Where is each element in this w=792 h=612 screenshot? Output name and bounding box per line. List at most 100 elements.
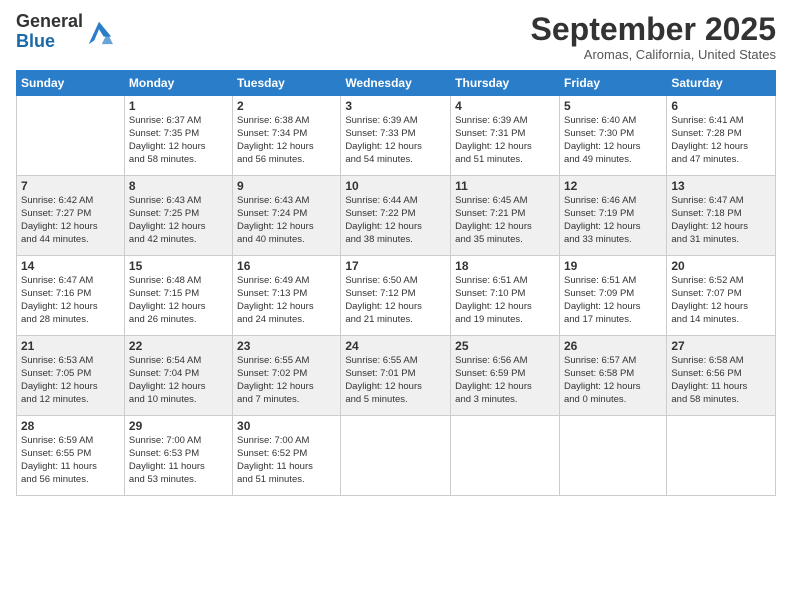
day-info: Sunrise: 6:54 AM Sunset: 7:04 PM Dayligh… (129, 355, 228, 406)
day-info: Sunrise: 6:39 AM Sunset: 7:31 PM Dayligh… (455, 115, 555, 166)
table-row: 29 Sunrise: 7:00 AM Sunset: 6:53 PM Dayli… (124, 416, 232, 496)
logo: General Blue (16, 12, 113, 52)
day-info: Sunrise: 6:59 AM Sunset: 6:55 PM Dayligh… (21, 435, 120, 486)
day-number: 13 (671, 179, 771, 193)
logo-icon (85, 18, 113, 46)
table-row: 17 Sunrise: 6:50 AM Sunset: 7:12 PM Dayli… (341, 256, 451, 336)
day-number: 3 (345, 99, 446, 113)
day-info: Sunrise: 6:47 AM Sunset: 7:16 PM Dayligh… (21, 275, 120, 326)
table-row: 30 Sunrise: 7:00 AM Sunset: 6:52 PM Dayli… (233, 416, 341, 496)
col-wednesday: Wednesday (341, 71, 451, 96)
col-sunday: Sunday (17, 71, 125, 96)
day-info: Sunrise: 6:55 AM Sunset: 7:01 PM Dayligh… (345, 355, 446, 406)
location: Aromas, California, United States (531, 47, 776, 62)
day-number: 5 (564, 99, 662, 113)
day-info: Sunrise: 6:51 AM Sunset: 7:09 PM Dayligh… (564, 275, 662, 326)
day-info: Sunrise: 6:37 AM Sunset: 7:35 PM Dayligh… (129, 115, 228, 166)
day-info: Sunrise: 6:41 AM Sunset: 7:28 PM Dayligh… (671, 115, 771, 166)
day-number: 16 (237, 259, 336, 273)
day-info: Sunrise: 6:43 AM Sunset: 7:25 PM Dayligh… (129, 195, 228, 246)
table-row: 12 Sunrise: 6:46 AM Sunset: 7:19 PM Dayli… (559, 176, 666, 256)
table-row: 20 Sunrise: 6:52 AM Sunset: 7:07 PM Dayli… (667, 256, 776, 336)
table-row: 22Sunrise: 6:54 AM Sunset: 7:04 PM Dayli… (124, 336, 232, 416)
col-tuesday: Tuesday (233, 71, 341, 96)
month-title: September 2025 (531, 12, 776, 47)
table-row: 26 Sunrise: 6:57 AM Sunset: 6:58 PM Dayli… (559, 336, 666, 416)
day-info: Sunrise: 7:00 AM Sunset: 6:52 PM Dayligh… (237, 435, 336, 486)
day-info: Sunrise: 6:55 AM Sunset: 7:02 PM Dayligh… (237, 355, 336, 406)
day-number: 6 (671, 99, 771, 113)
day-number: 12 (564, 179, 662, 193)
day-number: 20 (671, 259, 771, 273)
title-block: September 2025 Aromas, California, Unite… (531, 12, 776, 62)
day-number: 17 (345, 259, 446, 273)
table-row (451, 416, 560, 496)
day-number: 8 (129, 179, 228, 193)
day-info: Sunrise: 6:44 AM Sunset: 7:22 PM Dayligh… (345, 195, 446, 246)
day-info: Sunrise: 6:43 AM Sunset: 7:24 PM Dayligh… (237, 195, 336, 246)
col-monday: Monday (124, 71, 232, 96)
calendar-row-1: 7Sunrise: 6:42 AM Sunset: 7:27 PM Daylig… (17, 176, 776, 256)
table-row: 11Sunrise: 6:45 AM Sunset: 7:21 PM Dayli… (451, 176, 560, 256)
day-number: 21 (21, 339, 120, 353)
table-row: 25Sunrise: 6:56 AM Sunset: 6:59 PM Dayli… (451, 336, 560, 416)
table-row: 2Sunrise: 6:38 AM Sunset: 7:34 PM Daylig… (233, 96, 341, 176)
day-info: Sunrise: 6:45 AM Sunset: 7:21 PM Dayligh… (455, 195, 555, 246)
table-row: 10Sunrise: 6:44 AM Sunset: 7:22 PM Dayli… (341, 176, 451, 256)
day-info: Sunrise: 6:39 AM Sunset: 7:33 PM Dayligh… (345, 115, 446, 166)
day-info: Sunrise: 6:49 AM Sunset: 7:13 PM Dayligh… (237, 275, 336, 326)
col-saturday: Saturday (667, 71, 776, 96)
table-row: 18 Sunrise: 6:51 AM Sunset: 7:10 PM Dayli… (451, 256, 560, 336)
day-number: 30 (237, 419, 336, 433)
day-info: Sunrise: 6:40 AM Sunset: 7:30 PM Dayligh… (564, 115, 662, 166)
day-number: 25 (455, 339, 555, 353)
table-row: 1Sunrise: 6:37 AM Sunset: 7:35 PM Daylig… (124, 96, 232, 176)
day-number: 29 (129, 419, 228, 433)
table-row: 7Sunrise: 6:42 AM Sunset: 7:27 PM Daylig… (17, 176, 125, 256)
day-number: 4 (455, 99, 555, 113)
day-number: 15 (129, 259, 228, 273)
day-info: Sunrise: 6:51 AM Sunset: 7:10 PM Dayligh… (455, 275, 555, 326)
calendar-row-0: 1Sunrise: 6:37 AM Sunset: 7:35 PM Daylig… (17, 96, 776, 176)
table-row: 4 Sunrise: 6:39 AM Sunset: 7:31 PM Daylig… (451, 96, 560, 176)
day-info: Sunrise: 6:53 AM Sunset: 7:05 PM Dayligh… (21, 355, 120, 406)
table-row: 27 Sunrise: 6:58 AM Sunset: 6:56 PM Dayli… (667, 336, 776, 416)
table-row (667, 416, 776, 496)
table-row: 8 Sunrise: 6:43 AM Sunset: 7:25 PM Daylig… (124, 176, 232, 256)
day-number: 27 (671, 339, 771, 353)
table-row: 23Sunrise: 6:55 AM Sunset: 7:02 PM Dayli… (233, 336, 341, 416)
day-info: Sunrise: 6:48 AM Sunset: 7:15 PM Dayligh… (129, 275, 228, 326)
table-row: 3 Sunrise: 6:39 AM Sunset: 7:33 PM Daylig… (341, 96, 451, 176)
day-number: 24 (345, 339, 446, 353)
table-row: 9 Sunrise: 6:43 AM Sunset: 7:24 PM Daylig… (233, 176, 341, 256)
table-row (17, 96, 125, 176)
day-number: 19 (564, 259, 662, 273)
logo-line1: General (16, 12, 83, 32)
logo-line2: Blue (16, 32, 83, 52)
table-row: 28Sunrise: 6:59 AM Sunset: 6:55 PM Dayli… (17, 416, 125, 496)
day-info: Sunrise: 6:42 AM Sunset: 7:27 PM Dayligh… (21, 195, 120, 246)
table-row: 13 Sunrise: 6:47 AM Sunset: 7:18 PM Dayli… (667, 176, 776, 256)
table-row: 21 Sunrise: 6:53 AM Sunset: 7:05 PM Dayli… (17, 336, 125, 416)
table-row: 6 Sunrise: 6:41 AM Sunset: 7:28 PM Daylig… (667, 96, 776, 176)
table-row: 14 Sunrise: 6:47 AM Sunset: 7:16 PM Dayli… (17, 256, 125, 336)
day-number: 9 (237, 179, 336, 193)
day-number: 26 (564, 339, 662, 353)
day-number: 18 (455, 259, 555, 273)
day-info: Sunrise: 7:00 AM Sunset: 6:53 PM Dayligh… (129, 435, 228, 486)
day-number: 14 (21, 259, 120, 273)
day-info: Sunrise: 6:52 AM Sunset: 7:07 PM Dayligh… (671, 275, 771, 326)
calendar-row-2: 14 Sunrise: 6:47 AM Sunset: 7:16 PM Dayli… (17, 256, 776, 336)
calendar-header-row: Sunday Monday Tuesday Wednesday Thursday… (17, 71, 776, 96)
page: General Blue September 2025 Aromas, Cali… (0, 0, 792, 612)
header: General Blue September 2025 Aromas, Cali… (16, 12, 776, 62)
table-row: 15 Sunrise: 6:48 AM Sunset: 7:15 PM Dayli… (124, 256, 232, 336)
table-row: 16 Sunrise: 6:49 AM Sunset: 7:13 PM Dayli… (233, 256, 341, 336)
day-info: Sunrise: 6:58 AM Sunset: 6:56 PM Dayligh… (671, 355, 771, 406)
table-row (559, 416, 666, 496)
day-info: Sunrise: 6:50 AM Sunset: 7:12 PM Dayligh… (345, 275, 446, 326)
day-info: Sunrise: 6:47 AM Sunset: 7:18 PM Dayligh… (671, 195, 771, 246)
table-row: 19 Sunrise: 6:51 AM Sunset: 7:09 PM Dayli… (559, 256, 666, 336)
day-info: Sunrise: 6:57 AM Sunset: 6:58 PM Dayligh… (564, 355, 662, 406)
day-info: Sunrise: 6:46 AM Sunset: 7:19 PM Dayligh… (564, 195, 662, 246)
